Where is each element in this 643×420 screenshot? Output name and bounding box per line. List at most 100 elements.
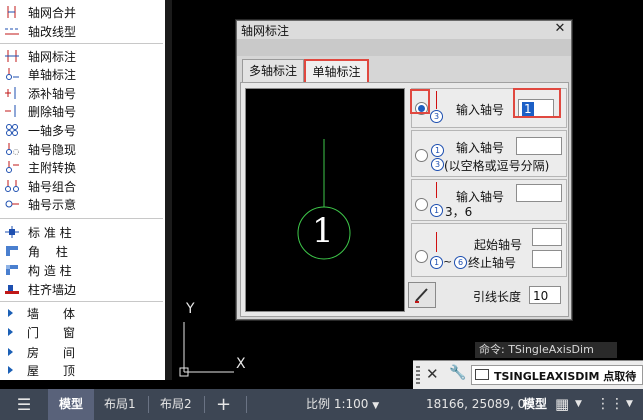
highlight-radio	[410, 89, 430, 114]
scale-selector[interactable]: 比例 1:100 ▼	[306, 389, 379, 420]
hamburger-menu-icon[interactable]: ☰	[10, 389, 38, 420]
dropdown-arrow-icon[interactable]: ▼	[626, 389, 633, 420]
menu-label: 标 准 柱	[28, 225, 72, 240]
dialog-title-bar[interactable]: 轴网标注 ✕	[237, 21, 571, 40]
menu-label: 一轴多号	[28, 123, 77, 138]
snap-icon[interactable]: ⋮⋮	[596, 389, 624, 420]
axis-number-circle: 1	[430, 256, 443, 269]
add-axis-number-icon	[4, 86, 20, 100]
option-range: 1 ~ 6 起始轴号 终止轴号	[411, 223, 567, 277]
range-tilde: ~	[443, 255, 453, 268]
menu-label: 角 柱	[28, 244, 68, 259]
number-list-input[interactable]	[516, 184, 562, 202]
close-icon[interactable]: ✕	[553, 21, 567, 37]
menu-item-axis-number-sketch[interactable]: 轴号示意	[0, 195, 163, 213]
option-label: 输入轴号	[456, 103, 505, 117]
highlight-input	[513, 88, 561, 118]
wrench-icon[interactable]: 🔧	[449, 365, 466, 381]
menu-item-room[interactable]: 房 间	[0, 343, 163, 361]
coordinate-readout: 18166, 25089, 0	[426, 397, 526, 411]
radio-multi-number[interactable]	[415, 149, 428, 162]
menu-label: 房 间	[27, 345, 76, 360]
menu-label: 构 造 柱	[28, 263, 72, 278]
leader-length-input[interactable]: 10	[529, 286, 561, 304]
expand-arrow-icon	[8, 366, 13, 374]
option-hint: (以空格或逗号分隔)	[444, 159, 550, 173]
add-layout-button[interactable]: +	[216, 389, 231, 420]
menu-item-standard-column[interactable]: 标 准 柱	[0, 223, 163, 241]
pick-button[interactable]	[408, 282, 436, 308]
menu-label: 门 窗	[27, 325, 76, 340]
expand-arrow-icon	[8, 348, 13, 356]
menu-item-delete-axis-number[interactable]: 删除轴号	[0, 102, 163, 120]
menu-item-corner-column[interactable]: 角 柱	[0, 242, 163, 260]
menu-label: 屋 顶	[27, 363, 76, 378]
menu-item-column-align-wall[interactable]: 柱齐墙边	[0, 280, 163, 298]
menu-label: 轴号示意	[28, 197, 77, 212]
command-input[interactable]: TSINGLEAXISDIM 点取待	[471, 365, 643, 385]
tab-layout1[interactable]: 布局1	[104, 389, 136, 420]
menu-item-multi-number[interactable]: 一轴多号	[0, 121, 163, 139]
tab-multi-axis-dim[interactable]: 多轴标注	[242, 59, 304, 82]
start-number-input[interactable]	[532, 228, 562, 246]
menu-label: 轴网标注	[28, 49, 77, 64]
menu-item-structural-column[interactable]: 构 造 柱	[0, 261, 163, 279]
status-divider	[204, 396, 205, 413]
preview-axis-number: 1	[312, 211, 334, 251]
menu-item-wall[interactable]: 墙 体	[0, 304, 163, 322]
option-sample: 3，6	[445, 205, 473, 219]
end-number-input[interactable]	[532, 250, 562, 268]
menu-divider	[0, 43, 163, 44]
menu-item-add-axis-number[interactable]: 添补轴号	[0, 84, 163, 102]
axis-line-glyph	[436, 91, 437, 109]
axis-number-circle: 3	[431, 158, 444, 171]
menu-item-axis-dim[interactable]: 轴网标注	[0, 47, 163, 65]
axis-number-sketch-icon	[4, 197, 20, 211]
menu-item-roof[interactable]: 屋 顶	[0, 361, 163, 379]
axis-number-circle: 1	[431, 144, 444, 157]
axis-line-glyph	[436, 232, 437, 252]
menu-item-door-window[interactable]: 门 窗	[0, 323, 163, 341]
axis-preview: 1	[245, 88, 405, 312]
menu-item-axis-number-combine[interactable]: 轴号组合	[0, 177, 163, 195]
radio-range[interactable]	[415, 250, 428, 263]
main-sub-convert-icon	[4, 160, 20, 174]
menu-scrollbar[interactable]	[165, 0, 172, 380]
axis-dim-icon	[4, 49, 20, 63]
column-align-wall-icon	[4, 282, 20, 296]
axis-number-circle: 3	[430, 110, 443, 123]
menu-item-axis-merge[interactable]: 轴网合并	[0, 3, 163, 21]
status-divider	[148, 396, 149, 413]
status-bar: ☰ 模型 布局1 布局2 + 比例 1:100 ▼ 18166, 25089, …	[0, 389, 643, 420]
menu-divider	[0, 301, 163, 302]
end-number-label: 终止轴号	[468, 256, 517, 270]
menu-label: 主附转换	[28, 160, 77, 175]
axis-dim-dialog: 轴网标注 ✕ 多轴标注 单轴标注 1 3 输入轴号 1 1 3 输入轴号 (以空…	[236, 20, 572, 320]
scale-value: 比例 1:100	[306, 397, 369, 411]
radio-number-list[interactable]	[415, 198, 428, 211]
tab-model[interactable]: 模型	[48, 389, 94, 420]
menu-label: 柱齐墙边	[28, 282, 77, 297]
start-number-label: 起始轴号	[474, 238, 523, 252]
standard-column-icon	[4, 225, 20, 239]
command-history: 命令: TSingleAxisDim	[475, 342, 617, 358]
dropdown-arrow-icon[interactable]: ▼	[575, 389, 582, 420]
menu-divider	[0, 218, 163, 219]
tab-layout2[interactable]: 布局2	[160, 389, 192, 420]
menu-item-axis-number-visibility[interactable]: 轴号隐现	[0, 140, 163, 158]
dialog-header-strip	[237, 39, 571, 56]
grid-icon[interactable]: ▦	[555, 389, 569, 420]
side-menu: 轴网合并 轴改线型 轴网标注 单轴标注 添补轴号 删除轴号 一轴多号 轴号隐现 …	[0, 0, 166, 380]
menu-item-single-axis-dim[interactable]: 单轴标注	[0, 65, 163, 83]
close-icon[interactable]: ✕	[426, 365, 439, 383]
menu-label: 轴改线型	[28, 24, 77, 39]
model-space-toggle[interactable]: 模型	[523, 389, 547, 420]
drag-handle-icon[interactable]	[416, 366, 420, 384]
menu-item-axis-linetype[interactable]: 轴改线型	[0, 22, 163, 40]
axis-merge-icon	[4, 5, 20, 19]
command-input-text: TSINGLEAXISDIM 点取待	[494, 370, 637, 383]
menu-item-main-sub-convert[interactable]: 主附转换	[0, 158, 163, 176]
multi-number-input[interactable]	[516, 137, 562, 155]
menu-label: 轴号隐现	[28, 142, 77, 157]
structural-column-icon	[4, 263, 20, 277]
